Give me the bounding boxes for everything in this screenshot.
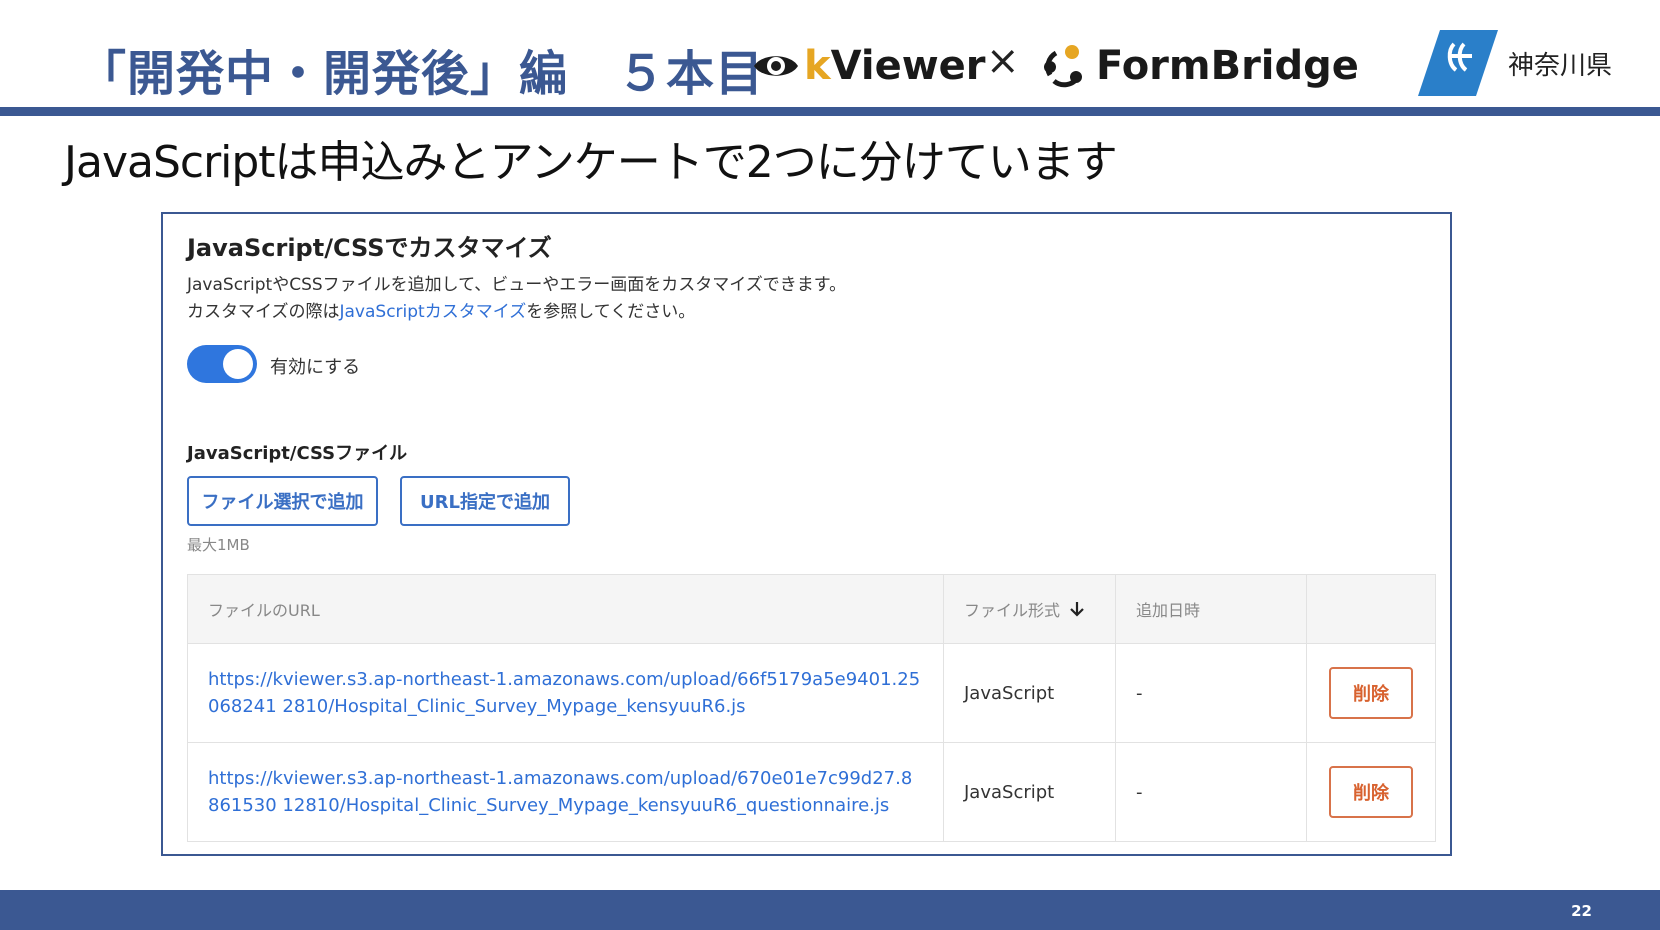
cross-symbol: × [986, 38, 1020, 84]
files-section-heading: JavaScript/CSSファイル [187, 443, 408, 464]
table-row: https://kviewer.s3.ap-northeast-1.amazon… [188, 643, 1435, 742]
kanagawa-logo: 神奈川県 [1418, 30, 1612, 96]
panel-description: JavaScriptやCSSファイルを追加して、ビューやエラー画面をカスタマイズ… [187, 275, 847, 295]
javascript-customize-link[interactable]: JavaScriptカスタマイズ [340, 302, 527, 322]
header-added-date: 追加日時 [1115, 575, 1306, 643]
customize-panel: JavaScript/CSSでカスタマイズ JavaScriptやCSSファイル… [161, 212, 1452, 856]
file-url-link[interactable]: https://kviewer.s3.ap-northeast-1.amazon… [208, 765, 923, 819]
added-date: - [1136, 682, 1143, 704]
kviewer-wordmark: kViewer [804, 43, 986, 89]
table-header-row: ファイルのURL ファイル形式 追加日時 [188, 575, 1435, 643]
files-table: ファイルのURL ファイル形式 追加日時 https://kviewer.s3.… [187, 574, 1436, 842]
max-size-note: 最大1MB [187, 536, 250, 554]
added-date: - [1136, 781, 1143, 803]
kviewer-logo: kViewer [752, 40, 986, 92]
formbridge-logo: FormBridge [1042, 40, 1359, 92]
panel-description-help: カスタマイズの際はJavaScriptカスタマイズを参照してください。 [187, 302, 696, 322]
delete-button[interactable]: 削除 [1329, 667, 1413, 719]
eye-icon [754, 56, 798, 76]
kanagawa-emblem-icon [1418, 30, 1498, 96]
header-action [1306, 575, 1435, 643]
enable-toggle-label: 有効にする [270, 357, 361, 378]
header-divider [0, 107, 1660, 116]
add-by-file-button[interactable]: ファイル選択で追加 [187, 476, 378, 526]
page-number: 22 [1571, 902, 1592, 920]
slide-title: 「開発中・開発後」編 ５本目 [78, 46, 765, 102]
delete-button[interactable]: 削除 [1329, 766, 1413, 818]
table-row: https://kviewer.s3.ap-northeast-1.amazon… [188, 742, 1435, 841]
footer-bar: 22 [0, 890, 1660, 930]
prefecture-name: 神奈川県 [1508, 50, 1613, 81]
toggle-knob [223, 349, 253, 379]
formbridge-wordmark: FormBridge [1096, 43, 1359, 89]
header-file-type[interactable]: ファイル形式 [943, 575, 1115, 643]
header-file-url: ファイルのURL [208, 601, 320, 620]
sort-down-arrow-icon[interactable] [1068, 600, 1086, 618]
file-type: JavaScript [964, 781, 1055, 803]
enable-toggle[interactable] [187, 345, 257, 383]
formbridge-mark-icon [1044, 45, 1082, 88]
add-by-url-button[interactable]: URL指定で追加 [400, 476, 570, 526]
panel-heading: JavaScript/CSSでカスタマイズ [187, 234, 552, 262]
file-type: JavaScript [964, 682, 1055, 704]
file-url-link[interactable]: https://kviewer.s3.ap-northeast-1.amazon… [208, 666, 923, 720]
slide-subtitle: JavaScriptは申込みとアンケートで2つに分けています [64, 137, 1118, 188]
